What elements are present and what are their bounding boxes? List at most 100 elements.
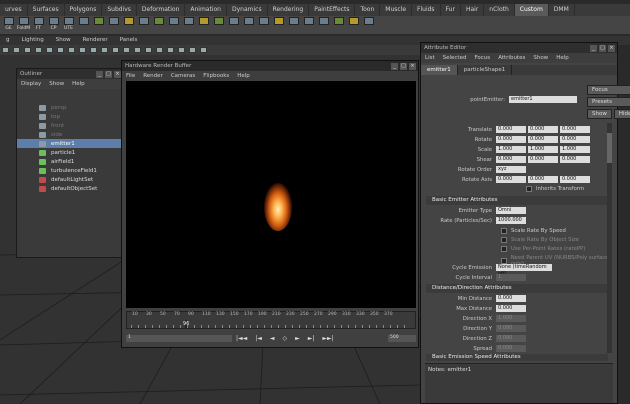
toolbar-icon[interactable] [13, 47, 20, 53]
basic-speed-header[interactable]: Basic Emission Speed Attributes [426, 354, 608, 361]
ae-menu-item[interactable]: Show [529, 55, 552, 61]
shelf-tab-dynamics[interactable]: Dynamics [227, 4, 268, 16]
outliner-item[interactable]: persp [17, 103, 123, 112]
transform-scale-field[interactable]: 1.000 [496, 146, 526, 153]
toolbar-icon[interactable] [145, 47, 152, 53]
toolbar-icon[interactable] [167, 47, 174, 53]
maximize-icon[interactable]: □ [599, 44, 606, 52]
outliner-item[interactable]: defaultObjectSet [17, 184, 123, 193]
menu-help[interactable]: Help [68, 81, 89, 87]
shelf-tab-polygons[interactable]: Polygons [65, 4, 103, 16]
shelf-tab-toon[interactable]: Toon [355, 4, 381, 16]
outliner-titlebar[interactable]: Outliner _ □ × [17, 69, 123, 79]
shelf-tool-icon[interactable] [317, 17, 330, 33]
panel-menu-item[interactable]: Renderer [77, 36, 114, 45]
shelf-tab-animation[interactable]: Animation [185, 4, 227, 16]
rotate-axis-field[interactable]: 0.000 [528, 176, 558, 183]
shelf-tab-rendering[interactable]: Rendering [268, 4, 310, 16]
toolbar-icon[interactable] [134, 47, 141, 53]
toolbar-icon[interactable] [35, 47, 42, 53]
notes-panel[interactable]: Notes: emitter1 [425, 363, 613, 403]
shelf-tab-fur[interactable]: Fur [441, 4, 461, 16]
shelf-tool-icon[interactable] [272, 17, 285, 33]
shelf-tab-surfaces[interactable]: Surfaces [28, 4, 65, 16]
outliner-item[interactable]: emitter1 [17, 139, 123, 148]
shelf-tool-icon[interactable] [122, 17, 135, 33]
shelf-tool-icon[interactable]: UTE [62, 17, 75, 33]
close-icon[interactable]: × [114, 70, 121, 78]
tab-emitter1[interactable]: emitter1 [421, 65, 458, 75]
ae-menu-item[interactable]: Focus [470, 55, 494, 61]
shelf-tab-dmm[interactable]: DMM [549, 4, 575, 16]
toolbar-icon[interactable] [46, 47, 53, 53]
emitter-option-checkbox[interactable] [501, 237, 507, 243]
shelf-tool-icon[interactable] [257, 17, 270, 33]
go-to-end-icon[interactable]: ►►| [322, 335, 333, 342]
ae-menu-item[interactable]: List [421, 55, 439, 61]
transform-translate-field[interactable]: 0.000 [496, 126, 526, 133]
shelf-tab-muscle[interactable]: Muscle [380, 4, 413, 16]
shelf-tab-deformation[interactable]: Deformation [137, 4, 186, 16]
render-menu-item[interactable]: File [122, 73, 139, 79]
transform-translate-field[interactable]: 0.000 [560, 126, 590, 133]
shelf-tool-icon[interactable] [227, 17, 240, 33]
transform-scale-field[interactable]: 1.000 [560, 146, 590, 153]
max-distance-field[interactable]: 0.000 [496, 305, 526, 312]
play-icon[interactable]: ► [295, 335, 300, 342]
tab-particleshape1[interactable]: particleShape1 [458, 65, 513, 75]
toolbar-icon[interactable] [200, 47, 207, 53]
rotate-order-field[interactable]: xyz [496, 166, 526, 173]
shelf-tool-icon[interactable] [152, 17, 165, 33]
transform-scale-field[interactable]: 1.000 [528, 146, 558, 153]
close-icon[interactable]: × [608, 44, 615, 52]
shelf-tab-hair[interactable]: Hair [461, 4, 485, 16]
shelf-tool-icon[interactable] [197, 17, 210, 33]
shelf-tool-icon[interactable] [77, 17, 90, 33]
close-icon[interactable]: × [409, 62, 416, 70]
render-menu-item[interactable]: Flipbooks [199, 73, 233, 79]
maximize-icon[interactable]: □ [105, 70, 112, 78]
show-button[interactable]: Show [587, 109, 612, 119]
attribute-scrollbar[interactable] [607, 123, 612, 353]
shelf-tool-icon[interactable] [107, 17, 120, 33]
outliner-item[interactable]: front [17, 121, 123, 130]
emitter-option-checkbox[interactable] [501, 246, 507, 252]
minimize-icon[interactable]: _ [590, 44, 597, 52]
transform-shear-field[interactable]: 0.000 [496, 156, 526, 163]
menu-display[interactable]: Display [17, 81, 45, 87]
minimize-icon[interactable]: _ [391, 62, 398, 70]
rate-field[interactable]: 1000.000 [496, 217, 526, 224]
panel-menu-item[interactable]: Show [50, 36, 77, 45]
toolbar-icon[interactable] [57, 47, 64, 53]
presets-button[interactable]: Presets [587, 97, 630, 107]
menu-show[interactable]: Show [45, 81, 68, 87]
shelf-tool-icon[interactable] [167, 17, 180, 33]
outliner-item[interactable]: top [17, 112, 123, 121]
outliner-item[interactable]: side [17, 130, 123, 139]
toolbar-icon[interactable] [123, 47, 130, 53]
shelf-tool-icon[interactable] [287, 17, 300, 33]
min-distance-field[interactable]: 0.000 [496, 295, 526, 302]
step-back-key-icon[interactable]: |◄ [255, 335, 262, 342]
rotate-axis-field[interactable]: 0.000 [496, 176, 526, 183]
distance-direction-header[interactable]: Distance/Direction Attributes [426, 284, 608, 293]
inherits-transform-checkbox[interactable] [526, 186, 532, 192]
shelf-tool-icon[interactable] [332, 17, 345, 33]
toolbar-icon[interactable] [90, 47, 97, 53]
direction-z-field[interactable]: 0.000 [496, 335, 526, 342]
emitter-option-checkbox[interactable] [501, 228, 507, 234]
transform-shear-field[interactable]: 0.000 [560, 156, 590, 163]
shelf-tab-subdivs[interactable]: Subdivs [102, 4, 137, 16]
focus-button[interactable]: Focus [587, 85, 630, 95]
timeline-slider[interactable]: 96 10 30 50 70 90 110 130 150 170 190 210 230 250 270… [126, 311, 416, 329]
shelf-tab-ncloth[interactable]: nCloth [484, 4, 515, 16]
cycle-interval-field[interactable]: 1 [496, 274, 526, 281]
ae-menu-item[interactable]: Selected [439, 55, 471, 61]
emitter-type-field[interactable]: Omni [496, 207, 526, 214]
shelf-tab-custom[interactable]: Custom [514, 4, 549, 16]
scrollbar-thumb[interactable] [607, 133, 612, 163]
range-end-field[interactable]: 500 [388, 334, 416, 342]
shelf-tab-urves[interactable]: urves [0, 4, 28, 16]
shelf-tool-icon[interactable]: GE [2, 17, 15, 33]
toolbar-icon[interactable] [112, 47, 119, 53]
